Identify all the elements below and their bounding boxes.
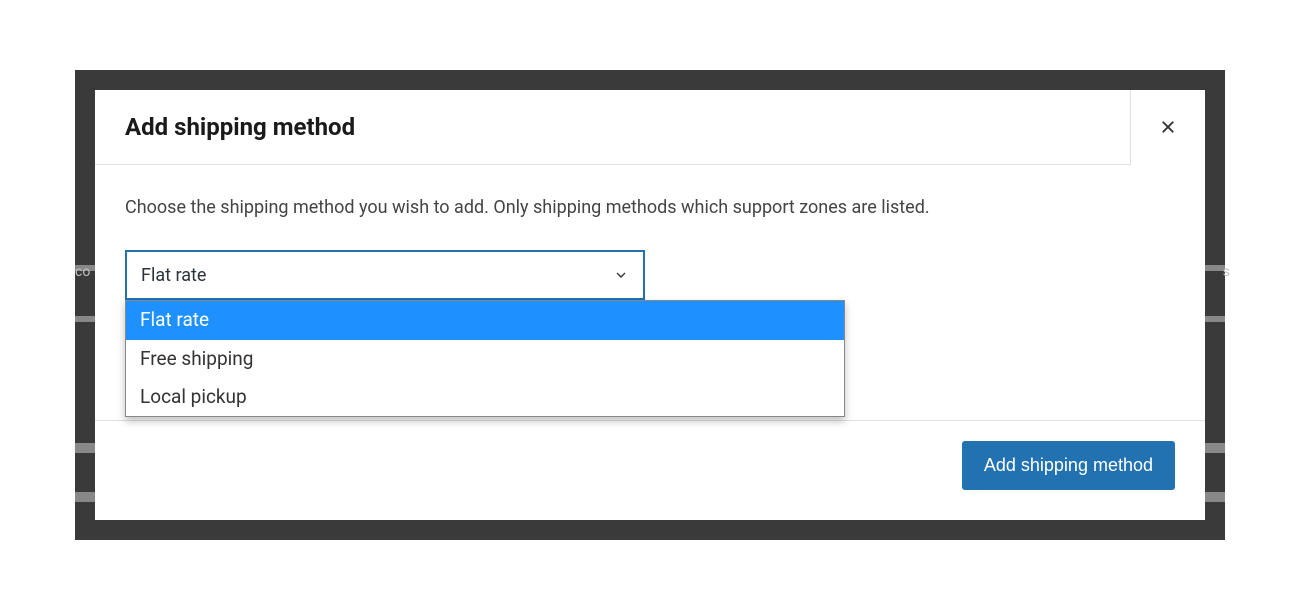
shipping-method-select[interactable]: Flat rate — [125, 250, 645, 300]
shipping-method-dropdown: Flat rate Free shipping Local pickup — [125, 300, 845, 417]
dropdown-option-local-pickup[interactable]: Local pickup — [126, 378, 844, 416]
add-shipping-method-modal: Add shipping method Choose the shipping … — [95, 90, 1205, 520]
dropdown-option-free-shipping[interactable]: Free shipping — [126, 340, 844, 378]
modal-body: Choose the shipping method you wish to a… — [95, 165, 1205, 420]
dim-backdrop: co s Add shipping method Choose the ship… — [75, 70, 1225, 540]
modal-header: Add shipping method — [95, 90, 1205, 165]
chevron-down-icon — [613, 267, 629, 283]
add-shipping-method-button[interactable]: Add shipping method — [962, 441, 1175, 490]
bg-text-fragment: co — [75, 264, 90, 280]
dropdown-option-flat-rate[interactable]: Flat rate — [126, 301, 844, 339]
modal-footer: Add shipping method — [95, 420, 1205, 520]
shipping-method-select-wrap: Flat rate Flat rate Free shipping Local … — [125, 250, 645, 300]
modal-description: Choose the shipping method you wish to a… — [125, 195, 1175, 220]
selected-value: Flat rate — [141, 265, 206, 286]
close-button[interactable] — [1130, 90, 1205, 165]
close-icon — [1159, 118, 1177, 136]
modal-title: Add shipping method — [95, 113, 355, 141]
bg-text-fragment: s — [1223, 264, 1230, 280]
